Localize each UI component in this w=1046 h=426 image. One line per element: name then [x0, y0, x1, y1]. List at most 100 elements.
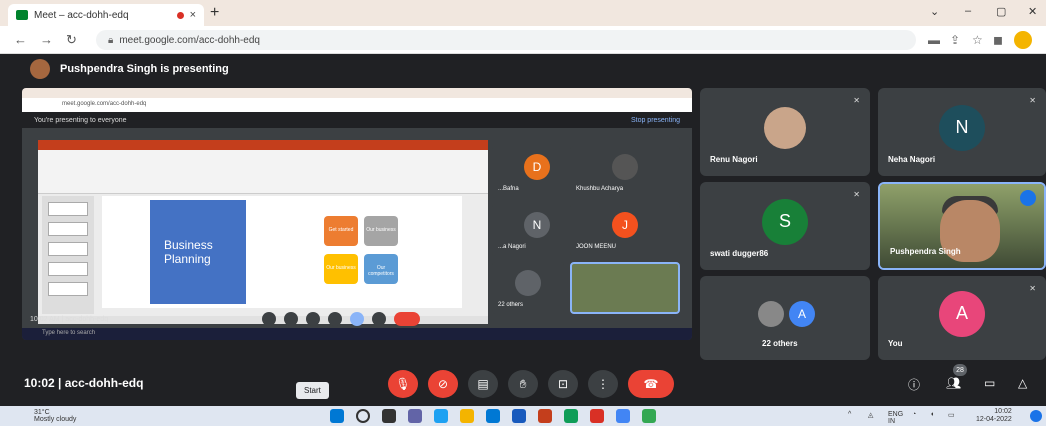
app-icon[interactable]	[642, 409, 656, 423]
search-icon[interactable]	[356, 409, 370, 423]
captions-icon[interactable]: ▤	[468, 370, 498, 398]
minimize-button[interactable]: –	[965, 5, 971, 17]
others-count: 22 others	[762, 339, 798, 348]
meeting-time: 10:02	[24, 376, 55, 390]
mic-muted-icon: ✕	[1029, 96, 1036, 105]
word-icon[interactable]	[512, 409, 526, 423]
camera-off-icon[interactable]: ⊘	[428, 370, 458, 398]
maximize-button[interactable]: ▢	[996, 5, 1006, 18]
inner-hand-icon	[328, 312, 342, 326]
participant-tile[interactable]: ✕ N Neha Nagori	[878, 88, 1046, 176]
lang-primary: ENG	[888, 411, 904, 418]
inner-participant-tile: J JOON MEENU	[570, 204, 680, 256]
close-window-button[interactable]: ✕	[1028, 5, 1037, 18]
meet-control-bar: 10:02 | acc-dohh-edq 🎙︎ ⊘ ▤ ✋︎ ⊡ ⋮ ☎︎ ⓘ …	[0, 362, 1046, 406]
reload-icon[interactable]: ↻	[66, 32, 77, 48]
slide-thumbnail	[48, 202, 88, 216]
address-bar[interactable]: 🔒︎ meet.google.com/acc-dohh-edq	[96, 30, 916, 50]
chat-icon[interactable]: ▭	[984, 376, 995, 390]
inner-presenting-text: You're presenting to everyone	[34, 116, 127, 124]
inner-more-icon	[372, 312, 386, 326]
participant-tile[interactable]: ✕ S swati dugger86	[700, 182, 870, 270]
present-icon[interactable]: ⊡	[548, 370, 578, 398]
raise-hand-icon[interactable]: ✋︎	[508, 370, 538, 398]
inner-participant-name: JOON MEENU	[576, 244, 617, 250]
inner-participant-tile: N ...a Nagori	[492, 204, 582, 256]
new-tab-button[interactable]: +	[210, 4, 219, 22]
tab-search-icon[interactable]: ⌄	[930, 5, 939, 18]
self-tile[interactable]: ✕ A You	[878, 276, 1046, 360]
inner-avatar	[612, 153, 638, 180]
ppt-slide-thumbnails	[42, 196, 94, 314]
profile-avatar[interactable]	[1014, 31, 1032, 49]
volume-icon[interactable]: ◖	[930, 411, 934, 418]
inner-participant-tile: 22 others	[492, 262, 564, 314]
notification-center-icon[interactable]	[1030, 410, 1042, 422]
wifi-icon[interactable]: ◔	[912, 411, 916, 418]
inner-address-bar: meet.google.com/acc-dohh-edq	[22, 98, 692, 112]
teams-icon[interactable]	[408, 409, 422, 423]
tab-close-icon[interactable]: ×	[190, 9, 196, 21]
meeting-details-icon[interactable]: ⓘ	[908, 376, 920, 393]
participant-name: swati dugger86	[710, 249, 769, 258]
extensions-icon[interactable]: ◼	[993, 33, 1003, 47]
slide-thumbnail	[48, 242, 88, 256]
bookmark-star-icon[interactable]: ☆	[972, 33, 983, 47]
edge-icon[interactable]	[434, 409, 448, 423]
weather-widget[interactable]: 31°C Mostly cloudy	[34, 409, 76, 423]
activities-icon[interactable]: △	[1018, 376, 1027, 390]
inner-browser-tabs	[22, 88, 692, 98]
inner-meeting-info: 10:02 AM | acc-dohh-edq	[30, 315, 109, 323]
slide-thumbnail	[48, 282, 88, 296]
participant-name: Pushpendra Singh	[890, 247, 961, 256]
participant-photo-avatar	[764, 106, 806, 149]
browser-tab-meet[interactable]: Meet – acc-dohh-edq ×	[8, 4, 204, 26]
meeting-separator: |	[58, 376, 62, 390]
others-photo-avatar	[758, 300, 785, 327]
slide-quad: Our competitors	[364, 254, 398, 284]
meeting-info: 10:02 | acc-dohh-edq	[24, 376, 143, 390]
inner-participant-name: ...a Nagori	[498, 244, 526, 250]
share-icon[interactable]: ⇪	[950, 33, 960, 47]
forward-icon[interactable]: →	[40, 32, 53, 47]
mic-muted-icon: ✕	[853, 190, 860, 199]
start-tooltip: Start	[296, 382, 329, 399]
participant-count-badge: 28	[953, 364, 967, 376]
people-icon[interactable]: 👥︎	[946, 376, 961, 390]
meet-favicon-icon	[16, 10, 28, 20]
slide-quad: Our business	[324, 254, 358, 284]
browser-toolbar: ← → ↻ 🔒︎ meet.google.com/acc-dohh-edq ▬ …	[0, 26, 1046, 54]
app-icon[interactable]	[616, 409, 630, 423]
self-name: You	[888, 339, 903, 348]
presenting-banner: Pushpendra Singh is presenting	[60, 63, 229, 75]
participant-tile[interactable]: ✕ Renu Nagori	[700, 88, 870, 176]
taskbar-clock[interactable]: 10:02 12-04-2022	[976, 408, 1012, 424]
store-icon[interactable]	[486, 409, 500, 423]
lock-icon: 🔒︎	[108, 34, 114, 46]
app-icon[interactable]	[590, 409, 604, 423]
leave-call-button[interactable]: ☎︎	[628, 370, 674, 398]
speaking-indicator-icon	[1020, 190, 1036, 206]
mic-off-icon[interactable]: 🎙︎	[388, 370, 418, 398]
tray-chevron-icon[interactable]: ^	[848, 411, 851, 418]
presenter-video-tile[interactable]: Pushpendra Singh	[878, 182, 1046, 270]
url-text: meet.google.com/acc-dohh-edq	[119, 34, 260, 46]
office-icon[interactable]	[538, 409, 552, 423]
file-explorer-icon[interactable]	[460, 409, 474, 423]
battery-icon[interactable]: ▭	[948, 411, 955, 419]
start-icon[interactable]	[330, 409, 344, 423]
camera-permission-icon[interactable]: ▬	[928, 33, 940, 47]
presentation-view[interactable]: meet.google.com/acc-dohh-edq You're pres…	[22, 88, 692, 340]
participant-avatar: S	[762, 198, 808, 245]
others-tile[interactable]: A 22 others	[700, 276, 870, 360]
language-indicator[interactable]: ENG IN	[888, 411, 903, 425]
inner-mic-icon	[262, 312, 276, 326]
more-options-icon[interactable]: ⋮	[588, 370, 618, 398]
tray-notifications-icon[interactable]: ◬	[868, 411, 873, 419]
task-view-icon[interactable]	[382, 409, 396, 423]
chrome-icon[interactable]	[564, 409, 578, 423]
inner-present-icon	[350, 312, 364, 326]
weather-desc: Mostly cloudy	[34, 416, 77, 423]
back-icon[interactable]: ←	[14, 32, 27, 47]
participant-name: Neha Nagori	[888, 155, 936, 164]
